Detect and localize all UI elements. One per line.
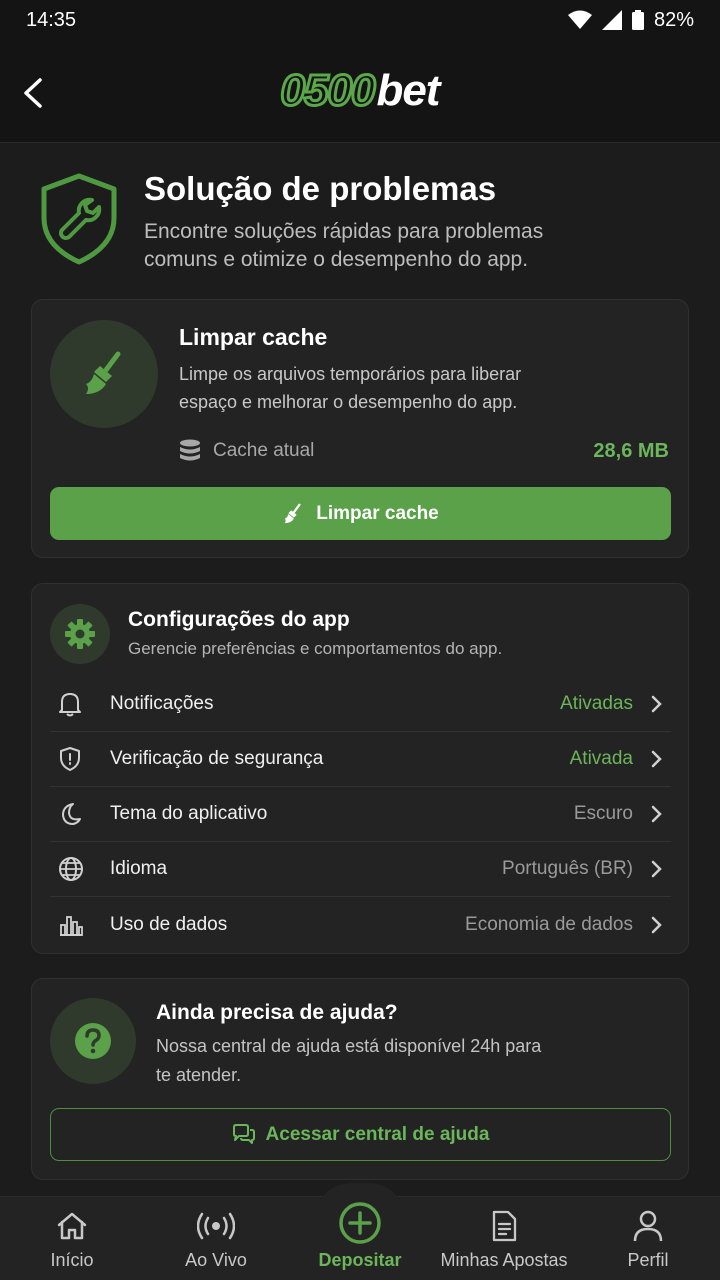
- status-bar: 14:35 82%: [0, 0, 720, 40]
- current-cache-row: Cache atual 28,6 MB: [179, 436, 669, 466]
- shield-check-icon: [60, 747, 80, 771]
- nav-label: Depositar: [318, 1250, 402, 1270]
- moon-icon: [62, 803, 81, 825]
- chevron-right-icon: [651, 750, 662, 768]
- setting-label: Idioma: [110, 858, 168, 879]
- setting-security-verification[interactable]: Verificação de segurança Ativada: [50, 732, 671, 787]
- nav-profile[interactable]: Perfil: [576, 1197, 720, 1280]
- home-icon: [57, 1212, 87, 1240]
- nav-label: Ao Vivo: [185, 1250, 247, 1270]
- plus-circle-icon: [339, 1202, 381, 1244]
- bottom-navigation: Início Ao Vivo Depositar Minhas Apostas …: [0, 1183, 720, 1280]
- clear-cache-button[interactable]: Limpar cache: [50, 487, 671, 540]
- page-title: Solução de problemas: [144, 170, 497, 207]
- app-settings-card: Configurações do app Gerencie preferênci…: [31, 583, 689, 954]
- nav-label: Minhas Apostas: [440, 1250, 568, 1270]
- nav-label: Início: [50, 1250, 94, 1270]
- logo-word: bet: [376, 66, 440, 115]
- user-icon: [633, 1210, 663, 1242]
- question-icon-badge: [50, 998, 136, 1084]
- setting-app-theme[interactable]: Tema do aplicativo Escuro: [50, 787, 671, 842]
- status-icons: 82%: [567, 8, 694, 32]
- battery-icon: [631, 10, 644, 30]
- clear-cache-button-label: Limpar cache: [316, 502, 439, 524]
- chevron-right-icon: [651, 805, 662, 823]
- help-title: Ainda precisa de ajuda?: [156, 1001, 398, 1024]
- help-center-button[interactable]: Acessar central de ajuda: [50, 1108, 671, 1161]
- wifi-icon: [567, 10, 592, 29]
- globe-icon: [59, 857, 83, 881]
- brand-logo: 0500 bet: [279, 65, 440, 117]
- cache-description: Limpe os arquivos temporários para liber…: [179, 364, 522, 412]
- gear-icon-badge: [50, 604, 110, 664]
- shield-wrench-icon: [41, 173, 117, 265]
- broom-icon: [86, 351, 121, 394]
- chevron-right-icon: [651, 860, 662, 878]
- bar-chart-icon: [60, 915, 83, 936]
- settings-title: Configurações do app: [128, 608, 350, 631]
- settings-list: Notificações Ativadas Verificação de seg…: [50, 677, 671, 952]
- chevron-right-icon: [651, 695, 662, 713]
- app-header: 0500 bet: [0, 40, 720, 143]
- gear-icon: [65, 619, 95, 649]
- question-icon: [75, 1023, 111, 1059]
- setting-value: Português (BR): [502, 858, 633, 879]
- setting-value: Escuro: [573, 803, 633, 824]
- setting-value: Economia de dados: [465, 913, 633, 935]
- live-broadcast-icon: [197, 1212, 235, 1240]
- setting-value: Ativadas: [560, 693, 633, 714]
- broom-icon: [285, 503, 301, 523]
- current-cache-size: 28,6 MB: [593, 439, 669, 462]
- setting-label: Notificações: [110, 693, 214, 714]
- nav-deposit[interactable]: Depositar: [288, 1183, 432, 1280]
- chat-bubbles-icon: [232, 1123, 255, 1144]
- nav-live[interactable]: Ao Vivo: [144, 1197, 288, 1280]
- setting-label: Tema do aplicativo: [110, 803, 268, 824]
- setting-data-usage[interactable]: Uso de dados Economia de dados: [50, 897, 671, 952]
- broom-icon-badge: [50, 320, 158, 428]
- help-center-button-label: Acessar central de ajuda: [265, 1123, 490, 1145]
- page-subtitle: Encontre soluções rápidas para problemas…: [144, 220, 544, 271]
- setting-notifications[interactable]: Notificações Ativadas: [50, 677, 671, 732]
- bell-icon: [59, 693, 81, 717]
- logo-number: 0500: [279, 65, 377, 117]
- hero-section: Solução de problemas Encontre soluções r…: [38, 170, 688, 280]
- cache-title: Limpar cache: [179, 324, 328, 350]
- setting-label: Uso de dados: [110, 913, 228, 935]
- back-button[interactable]: [18, 76, 50, 110]
- database-icon: [180, 439, 200, 461]
- chevron-right-icon: [651, 916, 662, 933]
- nav-label: Perfil: [627, 1250, 669, 1270]
- nav-my-bets[interactable]: Minhas Apostas: [432, 1197, 576, 1280]
- battery-percent: 82%: [653, 8, 694, 31]
- clear-cache-card: Limpar cache Limpe os arquivos temporári…: [31, 299, 689, 558]
- document-icon: [492, 1210, 517, 1242]
- signal-icon: [601, 10, 622, 30]
- status-time: 14:35: [26, 8, 77, 31]
- setting-language[interactable]: Idioma Português (BR): [50, 842, 671, 897]
- chevron-left-icon: [24, 78, 42, 108]
- current-cache-label: Cache atual: [213, 440, 315, 461]
- help-center-card: Ainda precisa de ajuda? Nossa central de…: [31, 978, 689, 1180]
- settings-subtitle: Gerencie preferências e comportamentos d…: [128, 639, 503, 658]
- nav-home[interactable]: Início: [0, 1197, 144, 1280]
- help-description: Nossa central de ajuda está disponível 2…: [156, 1036, 542, 1085]
- setting-value: Ativada: [569, 748, 633, 769]
- setting-label: Verificação de segurança: [110, 748, 324, 769]
